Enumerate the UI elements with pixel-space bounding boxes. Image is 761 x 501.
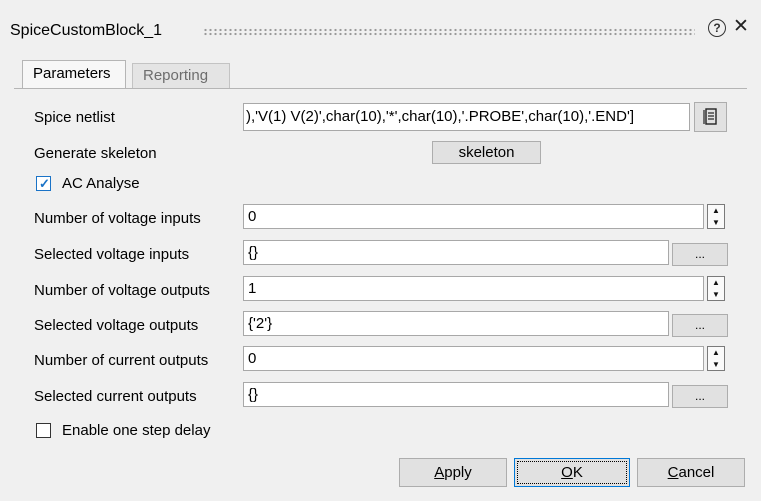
window-title: SpiceCustomBlock_1 xyxy=(10,22,163,39)
spice-netlist-field[interactable]: ),'V(1) V(2)',char(10),'*',char(10),'.PR… xyxy=(243,103,690,131)
apply-button[interactable]: Apply xyxy=(399,458,507,487)
num-voltage-inputs-label: Number of voltage inputs xyxy=(34,210,201,227)
num-voltage-outputs-stepper[interactable]: ▲ ▼ xyxy=(707,276,725,301)
sel-voltage-outputs-label: Selected voltage outputs xyxy=(34,317,199,334)
ac-analyse-checkbox[interactable]: ✓ xyxy=(36,176,51,191)
sel-voltage-outputs-browse-button[interactable]: ... xyxy=(672,314,728,337)
spin-up-icon[interactable]: ▲ xyxy=(708,347,724,358)
spin-down-icon[interactable]: ▼ xyxy=(708,289,724,300)
num-voltage-outputs-label: Number of voltage outputs xyxy=(34,282,210,299)
sel-voltage-inputs-label: Selected voltage inputs xyxy=(34,246,190,263)
ok-button[interactable]: OK xyxy=(514,458,630,487)
drag-grip[interactable] xyxy=(203,28,695,36)
one-step-delay-label: Enable one step delay xyxy=(62,422,211,439)
num-voltage-inputs-stepper[interactable]: ▲ ▼ xyxy=(707,204,725,229)
spin-up-icon[interactable]: ▲ xyxy=(708,277,724,288)
edit-netlist-button[interactable] xyxy=(694,102,727,132)
num-current-outputs-field[interactable]: 0 xyxy=(243,346,704,371)
num-current-outputs-label: Number of current outputs xyxy=(34,352,209,369)
generate-skeleton-label: Generate skeleton xyxy=(34,145,157,162)
ok-mnemonic: O xyxy=(561,464,573,481)
sel-current-outputs-browse-button[interactable]: ... xyxy=(672,385,728,408)
title-bar: SpiceCustomBlock_1 ? ✕ xyxy=(0,0,761,52)
apply-mnemonic: A xyxy=(434,464,445,481)
help-icon[interactable]: ? xyxy=(708,19,726,37)
spin-down-icon[interactable]: ▼ xyxy=(708,217,724,228)
tab-parameters[interactable]: Parameters xyxy=(22,60,126,88)
sel-current-outputs-field[interactable]: {} xyxy=(243,382,669,407)
apply-label: pply xyxy=(444,464,472,481)
cancel-label: ancel xyxy=(678,464,715,481)
sel-voltage-inputs-field[interactable]: {} xyxy=(243,240,669,265)
checkmark-icon: ✓ xyxy=(39,176,50,191)
spin-down-icon[interactable]: ▼ xyxy=(708,359,724,370)
one-step-delay-checkbox[interactable] xyxy=(36,423,51,438)
num-current-outputs-stepper[interactable]: ▲ ▼ xyxy=(707,346,725,371)
sel-voltage-inputs-browse-button[interactable]: ... xyxy=(672,243,728,266)
spice-netlist-label: Spice netlist xyxy=(34,109,115,126)
spin-up-icon[interactable]: ▲ xyxy=(708,205,724,216)
cancel-button[interactable]: Cancel xyxy=(637,458,745,487)
close-icon[interactable]: ✕ xyxy=(733,16,749,38)
tab-reporting[interactable]: Reporting xyxy=(132,63,230,88)
sel-voltage-outputs-field[interactable]: {'2'} xyxy=(243,311,669,336)
document-editor-icon xyxy=(702,108,717,125)
ac-analyse-label: AC Analyse xyxy=(62,175,140,192)
num-voltage-inputs-field[interactable]: 0 xyxy=(243,204,704,229)
sel-current-outputs-label: Selected current outputs xyxy=(34,388,197,405)
num-voltage-outputs-field[interactable]: 1 xyxy=(243,276,704,301)
ok-label: K xyxy=(572,464,583,481)
cancel-mnemonic: C xyxy=(667,464,679,481)
skeleton-button[interactable]: skeleton xyxy=(432,141,541,164)
